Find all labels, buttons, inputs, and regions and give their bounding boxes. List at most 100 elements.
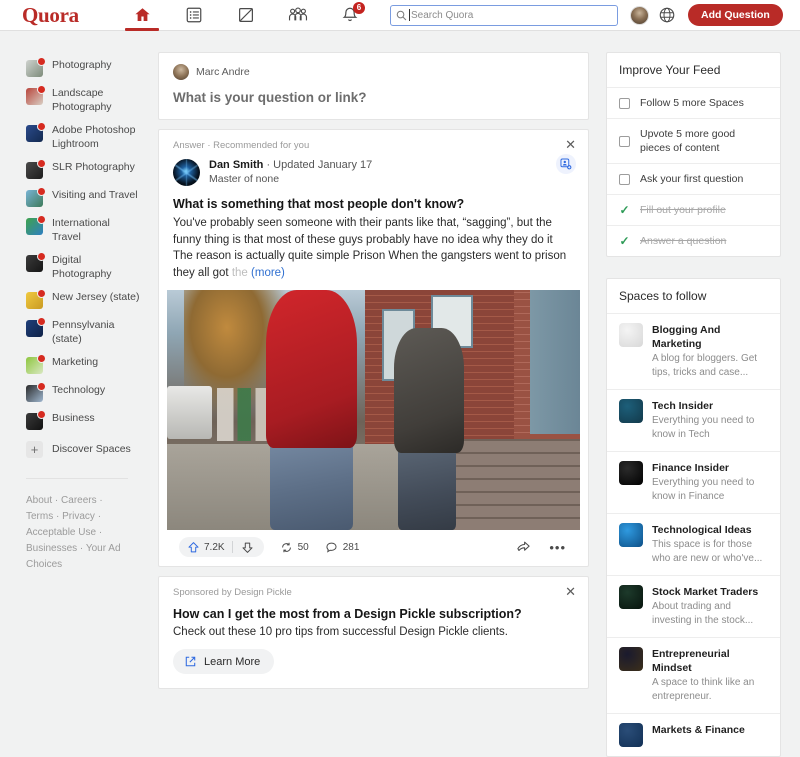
checkbox[interactable]: [619, 173, 630, 185]
repost-icon: [280, 541, 293, 554]
globe-icon[interactable]: [658, 6, 676, 24]
answer-updated-date: · Updated January 17: [263, 159, 373, 171]
add-question-button[interactable]: Add Question: [688, 4, 783, 26]
space-suggestion-description: A blog for bloggers. Get tips, tricks an…: [652, 353, 758, 378]
ask-input-prompt[interactable]: What is your question or link?: [173, 90, 574, 105]
sponsored-description: Check out these 10 pro tips from success…: [173, 626, 508, 638]
space-suggestion-text: Finance Insider Everything you need to kn…: [652, 461, 768, 504]
sidebar-item-photography[interactable]: Photography: [0, 54, 150, 82]
nav-write[interactable]: [220, 0, 272, 31]
answer-more-link[interactable]: (more): [251, 267, 285, 279]
improve-feed-item[interactable]: Follow 5 more Spaces: [607, 88, 780, 119]
sidebar-item-label: International Travel: [52, 217, 110, 243]
nav-answers[interactable]: [168, 0, 220, 31]
improve-feed-item[interactable]: ✓ Fill out your profile: [607, 195, 780, 226]
nav-notifications[interactable]: 6: [324, 0, 376, 31]
spaces-to-follow-list: Blogging And Marketing A blog for blogger…: [607, 314, 780, 756]
space-suggestion-item[interactable]: Blogging And Marketing A blog for blogger…: [607, 314, 780, 390]
ask-question-box[interactable]: Marc Andre What is your question or link…: [158, 52, 589, 120]
space-thumbnail-icon: [26, 215, 46, 235]
space-suggestion-text: Entrepreneurial Mindset A space to think …: [652, 647, 768, 704]
space-suggestion-item[interactable]: Finance Insider Everything you need to kn…: [607, 452, 780, 514]
sidebar-item-international-travel[interactable]: International Travel: [0, 212, 150, 249]
avatar[interactable]: [173, 159, 200, 186]
sidebar-space-list: Photography Landscape Photography Adobe Ph…: [0, 54, 150, 435]
checkbox[interactable]: [619, 135, 630, 147]
nav-spaces[interactable]: [272, 0, 324, 31]
repost-count: 50: [297, 541, 309, 553]
answer-question-title[interactable]: What is something that most people don't…: [159, 186, 588, 211]
space-thumbnail-icon: [619, 461, 643, 485]
footer-link[interactable]: Terms: [26, 511, 53, 522]
sponsored-card: Sponsored by Design Pickle ✕ How can I g…: [158, 576, 589, 689]
sidebar-item-pennsylvania-state[interactable]: Pennsylvania (state): [0, 314, 150, 351]
sponsored-title[interactable]: How can I get the most from a Design Pic…: [173, 607, 574, 621]
search-input[interactable]: Search Quora: [390, 4, 618, 26]
sidebar-item-slr-photography[interactable]: SLR Photography: [0, 156, 150, 184]
repost-button[interactable]: 50: [280, 541, 309, 554]
footer-link[interactable]: About: [26, 495, 52, 506]
nav-home[interactable]: [116, 0, 168, 31]
answer-photo[interactable]: [167, 290, 580, 530]
space-suggestion-item[interactable]: Tech Insider Everything you need to know …: [607, 390, 780, 452]
improve-feed-item-label: Fill out your profile: [640, 204, 726, 216]
avatar[interactable]: [630, 5, 649, 25]
sidebar-item-landscape-photography[interactable]: Landscape Photography: [0, 82, 150, 119]
upvote-button[interactable]: 7.2K: [181, 537, 232, 557]
improve-feed-item[interactable]: Upvote 5 more good pieces of content: [607, 119, 780, 164]
spaces-to-follow-panel: Spaces to follow Blogging And Marketing A…: [606, 278, 781, 757]
quora-logo[interactable]: Quora: [22, 3, 108, 28]
close-icon[interactable]: ✕: [565, 138, 576, 151]
comment-button[interactable]: 281: [325, 541, 359, 554]
home-icon: [133, 6, 152, 24]
space-suggestion-item[interactable]: Markets & Finance: [607, 714, 780, 756]
more-options-icon[interactable]: •••: [549, 541, 566, 554]
space-suggestion-description: Everything you need to know in Tech: [652, 415, 755, 440]
share-icon[interactable]: [516, 540, 531, 555]
sidebar-item-digital-photography[interactable]: Digital Photography: [0, 249, 150, 286]
vote-pill: 7.2K: [179, 537, 264, 557]
sidebar-item-adobe-photoshop-lightroom[interactable]: Adobe Photoshop Lightroom: [0, 119, 150, 156]
space-suggestion-item[interactable]: Stock Market Traders About trading and in…: [607, 576, 780, 638]
add-person-icon[interactable]: [556, 154, 576, 174]
improve-feed-item-label: Follow 5 more Spaces: [640, 97, 744, 109]
photo-person-red-hoodie: [266, 290, 357, 449]
space-suggestion-text: Tech Insider Everything you need to know …: [652, 399, 768, 442]
footer-link[interactable]: Privacy: [62, 511, 95, 522]
space-thumbnail-icon: [26, 159, 46, 179]
right-sidebar: Improve Your Feed Follow 5 more Spaces Up…: [606, 31, 781, 757]
answer-author-name[interactable]: Dan Smith · Updated January 17: [209, 159, 372, 171]
footer-link[interactable]: Businesses: [26, 543, 77, 554]
footer-link[interactable]: Acceptable Use: [26, 527, 96, 538]
sidebar-item-label: Adobe Photoshop Lightroom: [52, 124, 136, 150]
sidebar-item-discover-spaces[interactable]: + Discover Spaces: [0, 435, 150, 464]
photo-car: [167, 386, 213, 439]
sponsored-label: Sponsored by Design Pickle: [173, 587, 292, 598]
sidebar-item-new-jersey-state[interactable]: New Jersey (state): [0, 286, 150, 314]
checkbox[interactable]: [619, 97, 630, 109]
sidebar-item-technology[interactable]: Technology: [0, 379, 150, 407]
learn-more-label: Learn More: [204, 655, 261, 668]
answer-author-info: Dan Smith · Updated January 17 Master of…: [209, 159, 372, 186]
photo-door: [530, 290, 580, 434]
sidebar-item-marketing[interactable]: Marketing: [0, 351, 150, 379]
learn-more-button[interactable]: Learn More: [173, 649, 275, 674]
check-icon: ✓: [619, 233, 630, 248]
search-container: Search Quora: [390, 4, 618, 26]
improve-feed-item[interactable]: ✓ Answer a question: [607, 226, 780, 256]
space-suggestion-item[interactable]: Entrepreneurial Mindset A space to think …: [607, 638, 780, 714]
sidebar-item-label: Photography: [52, 59, 112, 71]
search-icon: [396, 10, 407, 21]
close-icon[interactable]: ✕: [565, 585, 576, 598]
space-suggestion-name: Tech Insider: [652, 400, 714, 412]
space-suggestion-item[interactable]: Technological Ideas This space is for tho…: [607, 514, 780, 576]
downvote-button[interactable]: [233, 541, 262, 554]
sidebar-item-visiting-and-travel[interactable]: Visiting and Travel: [0, 184, 150, 212]
list-icon: [185, 6, 203, 24]
improve-feed-item-label: Ask your first question: [640, 173, 744, 185]
left-sidebar: Photography Landscape Photography Adobe Ph…: [0, 31, 150, 638]
sidebar-item-business[interactable]: Business: [0, 407, 150, 435]
improve-feed-item[interactable]: Ask your first question: [607, 164, 780, 195]
space-thumbnail-icon: [619, 723, 643, 747]
footer-link[interactable]: Careers: [61, 495, 97, 506]
